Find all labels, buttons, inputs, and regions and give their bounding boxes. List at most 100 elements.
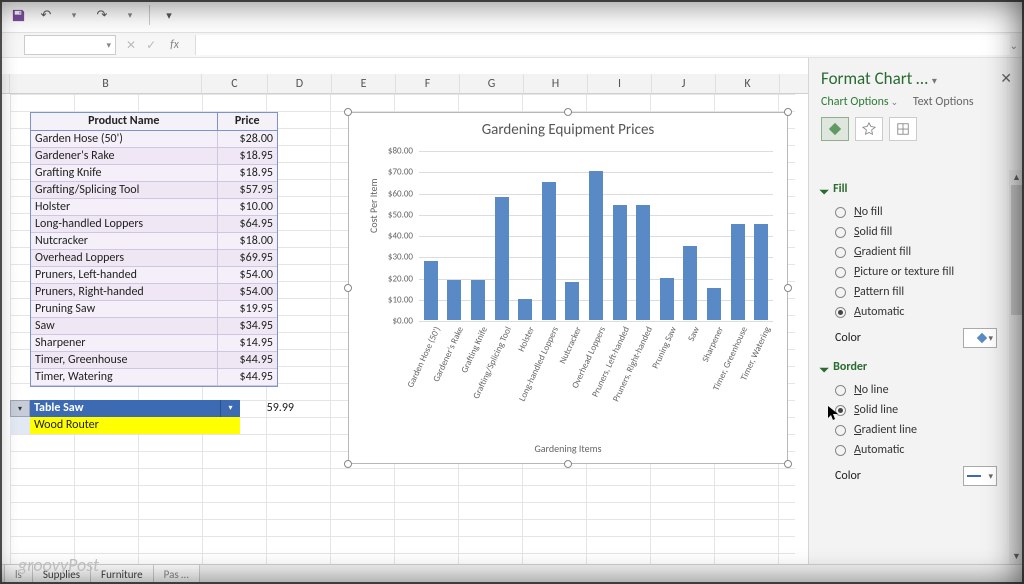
spreadsheet-grid[interactable]: BCDEFGHIJK Product Name Price Garden Hos…: [0, 58, 808, 564]
chart-plot-area[interactable]: $0.00$10.00$20.00$30.00$40.00$50.00$60.0…: [419, 151, 773, 321]
scroll-up-button[interactable]: ▲: [1009, 170, 1024, 185]
format-pane-close-button[interactable]: ✕: [1000, 70, 1012, 87]
filter-marker[interactable]: [10, 400, 30, 417]
fx-icon[interactable]: fx: [170, 38, 179, 52]
chart-bar[interactable]: [636, 205, 650, 320]
wood-router-name[interactable]: Wood Router: [30, 417, 240, 434]
table-row[interactable]: Timer, Greenhouse $44.95: [31, 351, 277, 368]
resize-handle-e[interactable]: [784, 284, 792, 292]
effects-tab-icon[interactable]: [855, 117, 883, 141]
table-row[interactable]: Grafting/Splicing Tool $57.95: [31, 181, 277, 198]
table-row[interactable]: Overhead Loppers $69.95: [31, 249, 277, 266]
column-header-D[interactable]: D: [268, 74, 332, 93]
column-header-K[interactable]: K: [716, 74, 780, 93]
product-price-cell[interactable]: $44.95: [217, 351, 277, 368]
product-price-cell[interactable]: $44.95: [217, 368, 277, 385]
resize-handle-nw[interactable]: [344, 108, 352, 116]
product-name-cell[interactable]: Timer, Greenhouse: [31, 351, 217, 368]
fill-option-picture or texture fill[interactable]: Picture or texture fill: [821, 262, 997, 282]
column-header-I[interactable]: I: [588, 74, 652, 93]
resize-handle-n[interactable]: [564, 108, 572, 116]
save-button[interactable]: [6, 3, 30, 27]
chart-bar[interactable]: [707, 288, 721, 320]
sheet-tab[interactable]: Pas …: [153, 564, 200, 584]
column-header-B[interactable]: B: [10, 74, 202, 93]
fill-section-header[interactable]: Fill: [821, 176, 997, 202]
chart-bar[interactable]: [495, 197, 509, 320]
table-row[interactable]: Gardener's Rake $18.95: [31, 147, 277, 164]
chart-x-axis-label[interactable]: Gardening Items: [349, 442, 787, 455]
column-header-H[interactable]: H: [524, 74, 588, 93]
product-price-cell[interactable]: $18.95: [217, 147, 277, 164]
product-price-cell[interactable]: $28.00: [217, 130, 277, 147]
table-row[interactable]: Saw $34.95: [31, 317, 277, 334]
table-row[interactable]: Garden Hose (50') $28.00: [31, 130, 277, 147]
table-row[interactable]: Pruning Saw $19.95: [31, 300, 277, 317]
product-name-cell[interactable]: Nutcracker: [31, 232, 217, 249]
table-row[interactable]: Holster $10.00: [31, 198, 277, 215]
chart-bar[interactable]: [754, 224, 768, 320]
text-options-tab[interactable]: Text Options: [913, 95, 974, 109]
undo-more-button[interactable]: ▾: [62, 3, 86, 27]
product-name-cell[interactable]: Pruners, Left-handed: [31, 266, 217, 283]
chart-bar[interactable]: [660, 278, 674, 320]
cancel-formula-icon[interactable]: ✕: [126, 38, 136, 53]
product-table[interactable]: Product Name Price Garden Hose (50') $28…: [30, 112, 278, 387]
fill-line-tab-icon[interactable]: [821, 117, 849, 141]
column-header-F[interactable]: F: [396, 74, 460, 93]
product-name-cell[interactable]: Holster: [31, 198, 217, 215]
resize-handle-s[interactable]: [564, 460, 572, 468]
border-option-gradient line[interactable]: Gradient line: [821, 420, 997, 440]
fill-option-no fill[interactable]: No fill: [821, 202, 997, 222]
product-price-cell[interactable]: $54.00: [217, 283, 277, 300]
chart-y-axis-label[interactable]: Cost Per Item: [367, 179, 380, 233]
product-price-cell[interactable]: $18.00: [217, 232, 277, 249]
formula-input[interactable]: [195, 35, 1010, 55]
column-header-G[interactable]: G: [460, 74, 524, 93]
resize-handle-se[interactable]: [784, 460, 792, 468]
chart-bar[interactable]: [613, 205, 627, 320]
sheet-tab-bar[interactable]: lsSuppliesFurniturePas …: [0, 564, 1024, 584]
undo-button[interactable]: ↶: [34, 3, 58, 27]
format-pane-scrollbar[interactable]: ▲ ▼: [1009, 170, 1024, 564]
redo-more-button[interactable]: ▾: [118, 3, 142, 27]
chart-bar[interactable]: [731, 224, 745, 320]
product-name-cell[interactable]: Pruners, Right-handed: [31, 283, 217, 300]
table-row[interactable]: Nutcracker $18.00: [31, 232, 277, 249]
sheet-tab[interactable]: Furniture: [90, 564, 154, 584]
fill-color-picker[interactable]: ▾: [963, 328, 997, 348]
border-option-no line[interactable]: No line: [821, 380, 997, 400]
product-name-cell[interactable]: Grafting Knife: [31, 164, 217, 181]
chart-bar[interactable]: [518, 299, 532, 320]
size-properties-tab-icon[interactable]: [889, 117, 917, 141]
border-option-solid line[interactable]: Solid line: [821, 400, 997, 420]
product-price-cell[interactable]: $69.95: [217, 249, 277, 266]
product-price-cell[interactable]: $14.95: [217, 334, 277, 351]
chart-bar[interactable]: [683, 246, 697, 320]
chart-bar[interactable]: [589, 171, 603, 320]
product-price-cell[interactable]: $64.95: [217, 215, 277, 232]
chart-options-tab[interactable]: Chart Options⌄: [821, 95, 898, 109]
product-price-cell[interactable]: $19.95: [217, 300, 277, 317]
fill-option-pattern fill[interactable]: Pattern fill: [821, 282, 997, 302]
resize-handle-ne[interactable]: [784, 108, 792, 116]
product-price-cell[interactable]: $54.00: [217, 266, 277, 283]
chart-bar[interactable]: [424, 261, 438, 321]
table-row[interactable]: Grafting Knife $18.95: [31, 164, 277, 181]
formula-bar-expand-button[interactable]: ⌄: [1010, 39, 1018, 52]
product-name-cell[interactable]: Garden Hose (50'): [31, 130, 217, 147]
product-name-cell[interactable]: Pruning Saw: [31, 300, 217, 317]
table-row[interactable]: Long-handled Loppers $64.95: [31, 215, 277, 232]
product-name-cell[interactable]: Overhead Loppers: [31, 249, 217, 266]
table-row[interactable]: Pruners, Left-handed $54.00: [31, 266, 277, 283]
column-header-C[interactable]: C: [202, 74, 268, 93]
table-saw-filter-button[interactable]: [220, 400, 240, 417]
chart-object[interactable]: Gardening Equipment Prices Cost Per Item…: [348, 112, 788, 464]
chart-bar[interactable]: [565, 282, 579, 320]
fill-option-automatic[interactable]: Automatic: [821, 302, 997, 322]
product-name-cell[interactable]: Long-handled Loppers: [31, 215, 217, 232]
product-name-cell[interactable]: Saw: [31, 317, 217, 334]
column-header-J[interactable]: J: [652, 74, 716, 93]
scroll-thumb[interactable]: [1011, 185, 1022, 315]
product-price-cell[interactable]: $57.95: [217, 181, 277, 198]
